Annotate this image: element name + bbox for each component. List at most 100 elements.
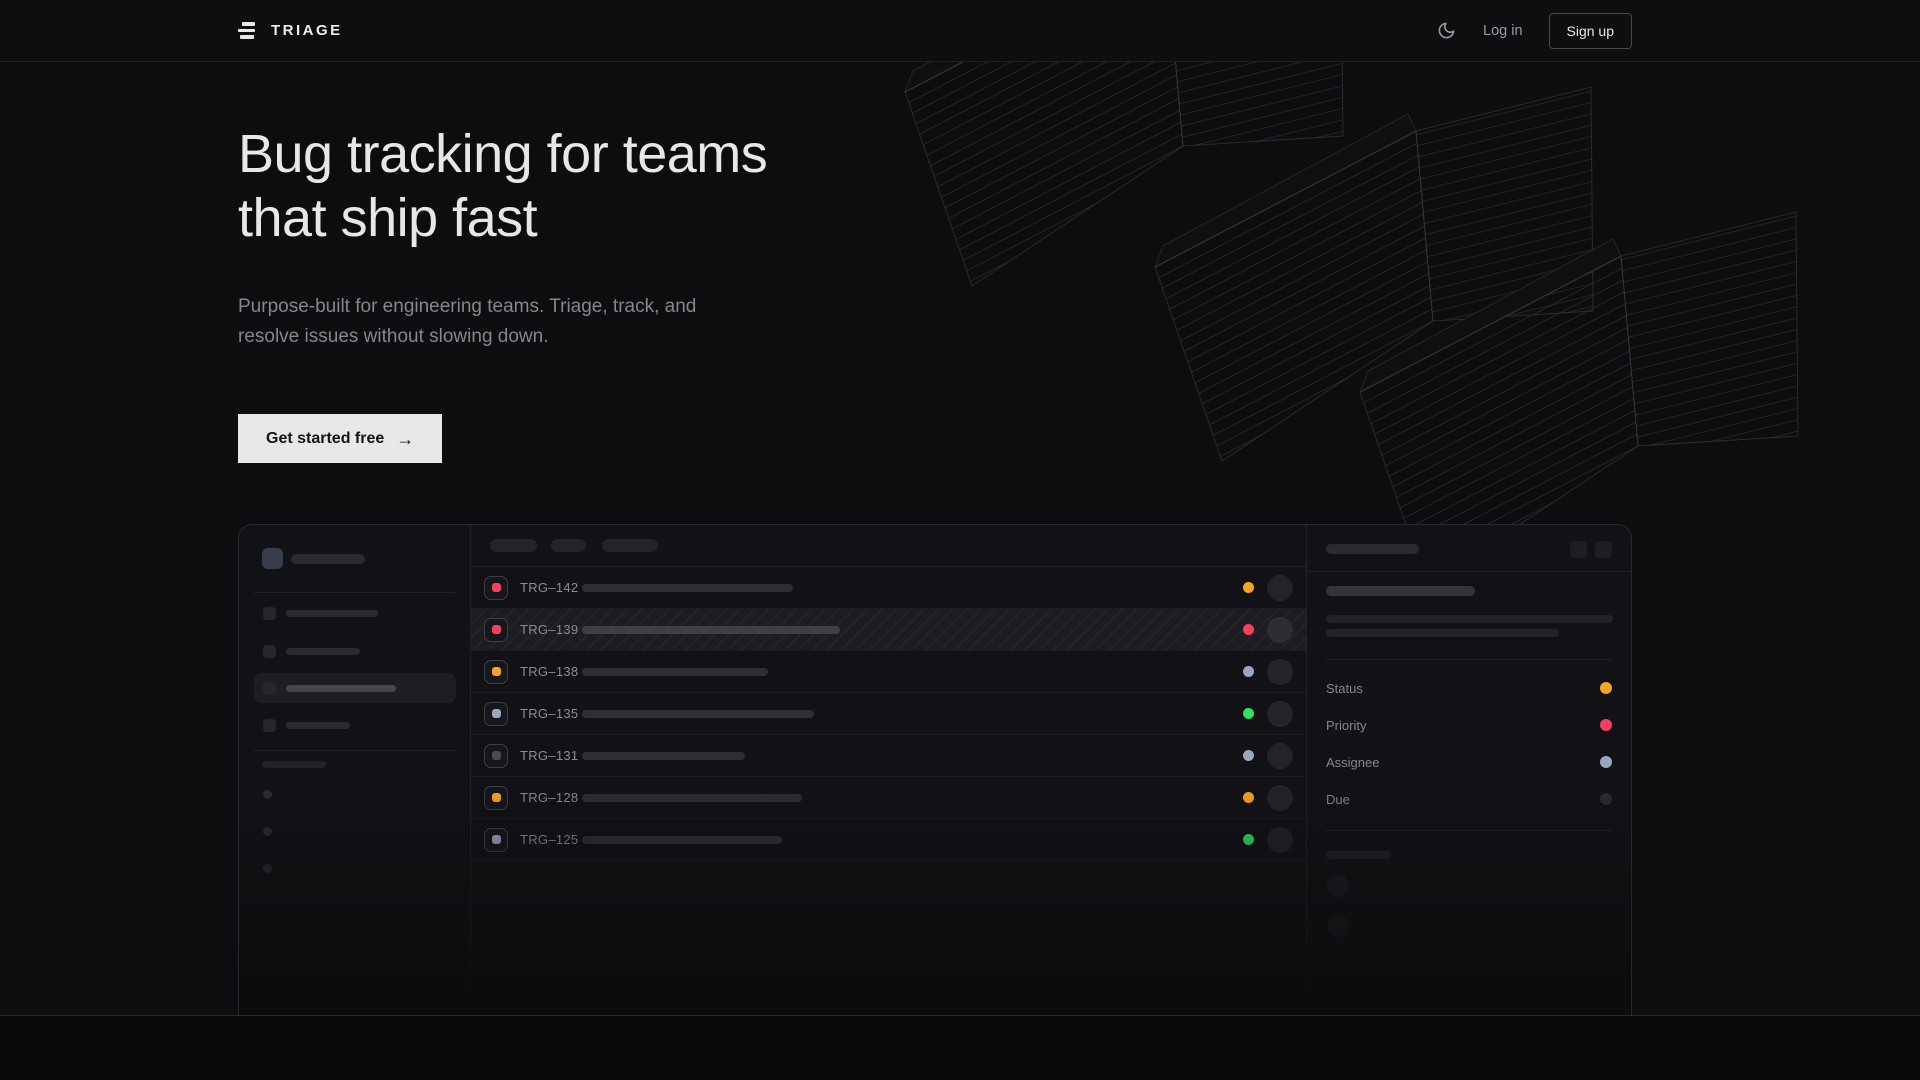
comment-avatar-placeholder (1327, 915, 1349, 937)
detail-title-skeleton (1326, 586, 1475, 596)
nav-item-icon-placeholder (263, 607, 276, 620)
footer-band (0, 1015, 1920, 1080)
top-nav: TRIAGE Log in Sign up (0, 0, 1920, 62)
hero-section: Bug tracking for teams that ship fast Pu… (238, 122, 767, 463)
moon-icon (1437, 21, 1456, 40)
detail-field-value-dot (1600, 793, 1612, 805)
nav-actions: Log in Sign up (1435, 13, 1632, 49)
sidebar-nav-item (254, 598, 456, 628)
get-started-label: Get started free (266, 430, 384, 448)
detail-field-row: Status (1326, 681, 1612, 695)
sidebar-nav-item (254, 710, 456, 740)
issue-type-dot (492, 583, 501, 592)
issue-id: TRG–142 (520, 580, 582, 595)
hero-subtitle: Purpose-built for engineering teams. Tri… (238, 292, 708, 352)
detail-field-value-dot (1600, 682, 1612, 694)
issue-type-icon (484, 702, 508, 726)
issue-status-dot (1243, 792, 1254, 803)
issue-id: TRG–131 (520, 748, 582, 763)
workspace-avatar-placeholder (262, 548, 283, 569)
sidebar-section-skeleton (262, 761, 326, 768)
issue-id: TRG–139 (520, 622, 582, 637)
brand-name: TRIAGE (271, 22, 343, 39)
app-mockup-window: TRG–142 TRG–139 TRG–138 TRG–135 TRG–131 … (238, 524, 1632, 1016)
sidebar-nav-item-active (254, 673, 456, 703)
hero-title: Bug tracking for teams that ship fast (238, 122, 767, 250)
issue-status-dot (1243, 708, 1254, 719)
sidebar-dot-placeholder (263, 790, 272, 799)
issue-assignee-avatar (1267, 575, 1293, 601)
issue-id: TRG–135 (520, 706, 582, 721)
nav-item-icon-placeholder (263, 682, 276, 695)
issue-row: TRG–139 (471, 609, 1306, 651)
detail-field-value-dot (1600, 756, 1612, 768)
mockup-sidebar (239, 525, 471, 1016)
issue-status-dot (1243, 834, 1254, 845)
issue-type-dot (492, 625, 501, 634)
issue-title-skeleton (582, 752, 745, 760)
issue-title-skeleton (582, 710, 814, 718)
issue-type-icon (484, 828, 508, 852)
issue-assignee-avatar (1267, 701, 1293, 727)
issue-id: TRG–125 (520, 832, 582, 847)
issue-status-dot (1243, 750, 1254, 761)
nav-item-label-skeleton (286, 610, 378, 617)
sidebar-divider (254, 750, 455, 751)
issue-list-header (471, 525, 1306, 567)
detail-section-skeleton (1326, 851, 1391, 859)
nav-item-icon-placeholder (263, 645, 276, 658)
issue-title-skeleton (582, 794, 802, 802)
mockup-issue-list: TRG–142 TRG–139 TRG–138 TRG–135 TRG–131 … (471, 525, 1307, 1016)
issue-row: TRG–125 (471, 819, 1306, 861)
issue-status-dot (1243, 666, 1254, 677)
filter-pill-skeleton (551, 539, 586, 552)
signup-button[interactable]: Sign up (1549, 13, 1632, 49)
issue-type-dot (492, 793, 501, 802)
sidebar-dot-placeholder (263, 827, 272, 836)
nav-item-label-skeleton (286, 648, 360, 655)
sidebar-dot-placeholder (263, 864, 272, 873)
sidebar-divider (254, 592, 455, 593)
get-started-button[interactable]: Get started free → (238, 414, 442, 463)
issue-rows: TRG–142 TRG–139 TRG–138 TRG–135 TRG–131 … (471, 567, 1306, 861)
issue-status-dot (1243, 624, 1254, 635)
issue-row: TRG–142 (471, 567, 1306, 609)
issue-type-dot (492, 667, 501, 676)
issue-type-icon (484, 786, 508, 810)
hero-title-line2: that ship fast (238, 186, 767, 250)
issue-assignee-avatar (1267, 617, 1293, 643)
issue-type-icon (484, 744, 508, 768)
detail-field-label: Assignee (1326, 755, 1379, 770)
filter-pill-skeleton (602, 539, 658, 552)
detail-action-button-placeholder (1570, 541, 1587, 558)
login-link[interactable]: Log in (1483, 23, 1523, 39)
issue-type-icon (484, 660, 508, 684)
comment-avatar-placeholder (1327, 875, 1349, 897)
issue-row: TRG–128 (471, 777, 1306, 819)
issue-assignee-avatar (1267, 827, 1293, 853)
detail-field-row: Assignee (1326, 755, 1612, 769)
detail-field-value-dot (1600, 719, 1612, 731)
sidebar-nav-item (254, 636, 456, 666)
detail-field-label: Due (1326, 792, 1350, 807)
detail-divider (1307, 571, 1631, 572)
brand[interactable]: TRIAGE (238, 22, 343, 39)
triage-logo-icon (238, 22, 258, 39)
issue-row: TRG–131 (471, 735, 1306, 777)
workspace-name-skeleton (291, 554, 365, 564)
issue-assignee-avatar (1267, 743, 1293, 769)
issue-type-icon (484, 618, 508, 642)
arrow-right-icon: → (396, 429, 414, 450)
issue-title-skeleton (582, 584, 793, 592)
issue-row: TRG–138 (471, 651, 1306, 693)
hero-title-line1: Bug tracking for teams (238, 122, 767, 186)
detail-field-row: Priority (1326, 718, 1612, 732)
issue-id: TRG–138 (520, 664, 582, 679)
theme-toggle-button[interactable] (1435, 20, 1457, 42)
issue-title-skeleton (582, 836, 782, 844)
detail-divider (1326, 659, 1612, 660)
issue-assignee-avatar (1267, 659, 1293, 685)
issue-title-skeleton (582, 668, 768, 676)
detail-divider (1326, 830, 1612, 831)
nav-item-label-skeleton (286, 685, 396, 692)
